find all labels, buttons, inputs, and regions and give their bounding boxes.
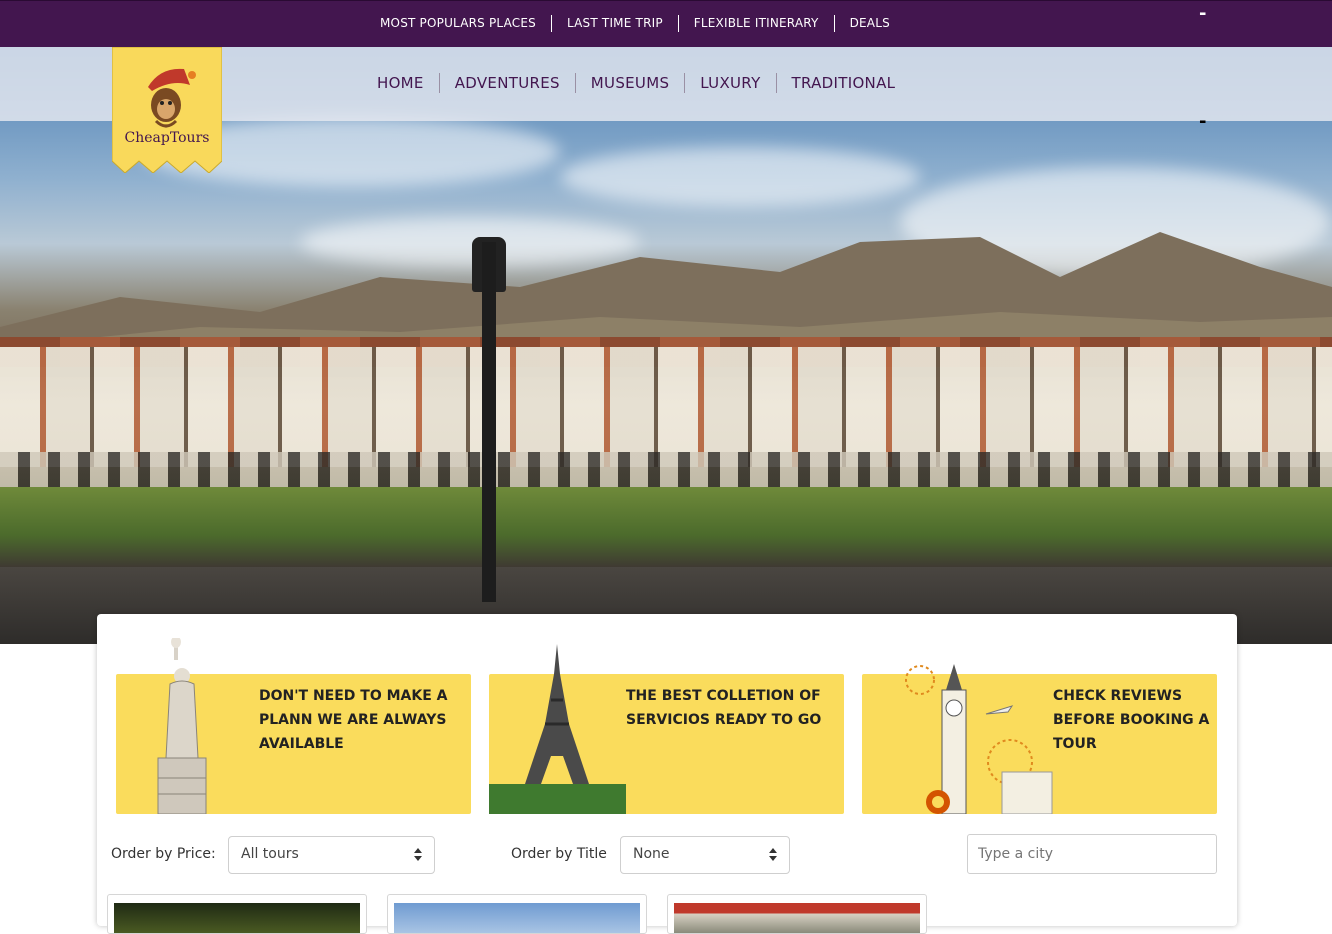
monkey-mascot-icon — [112, 47, 222, 173]
feature-reviews: CHECK REVIEWS BEFORE BOOKING A TOUR — [862, 664, 1217, 814]
top-bar: MOST POPULARS PLACES LAST TIME TRIP FLEX… — [0, 0, 1332, 47]
cloud-shape — [560, 147, 920, 207]
top-link-most-popular-places[interactable]: MOST POPULARS PLACES — [365, 15, 551, 32]
lamp-post-shape — [482, 242, 496, 602]
feature-text: DON'T NEED TO MAKE A PLANN WE ARE ALWAYS… — [259, 688, 448, 752]
logo-text: CheapTours — [124, 130, 210, 146]
statue-of-liberty-icon — [157, 638, 207, 814]
title-order-value: None — [633, 846, 670, 862]
feature-text: CHECK REVIEWS BEFORE BOOKING A TOUR — [1053, 688, 1210, 752]
nav-menu-toggle[interactable]: - — [1199, 111, 1206, 132]
tour-card[interactable] — [667, 894, 927, 934]
select-arrows-icon — [414, 848, 422, 862]
feature-text: THE BEST COLLETION OF SERVICIOS READY TO… — [626, 688, 822, 728]
nav-adventures[interactable]: ADVENTURES — [438, 73, 575, 93]
nav-luxury[interactable]: LUXURY — [684, 73, 775, 93]
price-order-value: All tours — [241, 846, 299, 862]
top-link-last-time-trip[interactable]: LAST TIME TRIP — [550, 15, 678, 32]
plaza-garden-shape — [0, 487, 1332, 567]
arcade-shape — [0, 452, 1332, 492]
top-link-deals[interactable]: DEALS — [833, 15, 905, 32]
nav-museums[interactable]: MUSEUMS — [574, 73, 684, 93]
feature-collection: THE BEST COLLETION OF SERVICIOS READY TO… — [489, 644, 844, 814]
top-menu-toggle[interactable]: - — [1199, 3, 1206, 24]
nav-links: HOME ADVENTURES MUSEUMS LUXURY TRADITION… — [362, 73, 910, 93]
title-order-label: Order by Title — [511, 846, 607, 862]
eiffel-tower-icon — [489, 644, 626, 814]
nav-home[interactable]: HOME — [362, 73, 439, 93]
tour-image — [394, 903, 640, 933]
town-buildings-shape — [0, 347, 1332, 467]
filter-controls: Order by Price: All tours Order by Title… — [97, 834, 1237, 878]
feature-available: DON'T NEED TO MAKE A PLANN WE ARE ALWAYS… — [116, 638, 471, 814]
logo[interactable]: CheapTours — [112, 47, 222, 173]
select-arrows-icon — [769, 848, 777, 862]
price-order-select[interactable]: All tours — [228, 836, 435, 874]
tour-image — [114, 903, 360, 933]
tour-card[interactable] — [387, 894, 647, 934]
content-card: DON'T NEED TO MAKE A PLANN WE ARE ALWAYS… — [97, 614, 1237, 934]
title-order-select[interactable]: None — [620, 836, 790, 874]
big-ben-icon — [905, 664, 1053, 814]
top-link-flexible-itinerary[interactable]: FLEXIBLE ITINERARY — [677, 15, 834, 32]
city-search-input[interactable] — [967, 834, 1217, 874]
top-links: MOST POPULARS PLACES LAST TIME TRIP FLEX… — [365, 15, 905, 32]
nav-traditional[interactable]: TRADITIONAL — [775, 73, 911, 93]
price-order-label: Order by Price: — [111, 846, 216, 862]
tour-card[interactable] — [107, 894, 367, 934]
tour-image — [674, 903, 920, 933]
